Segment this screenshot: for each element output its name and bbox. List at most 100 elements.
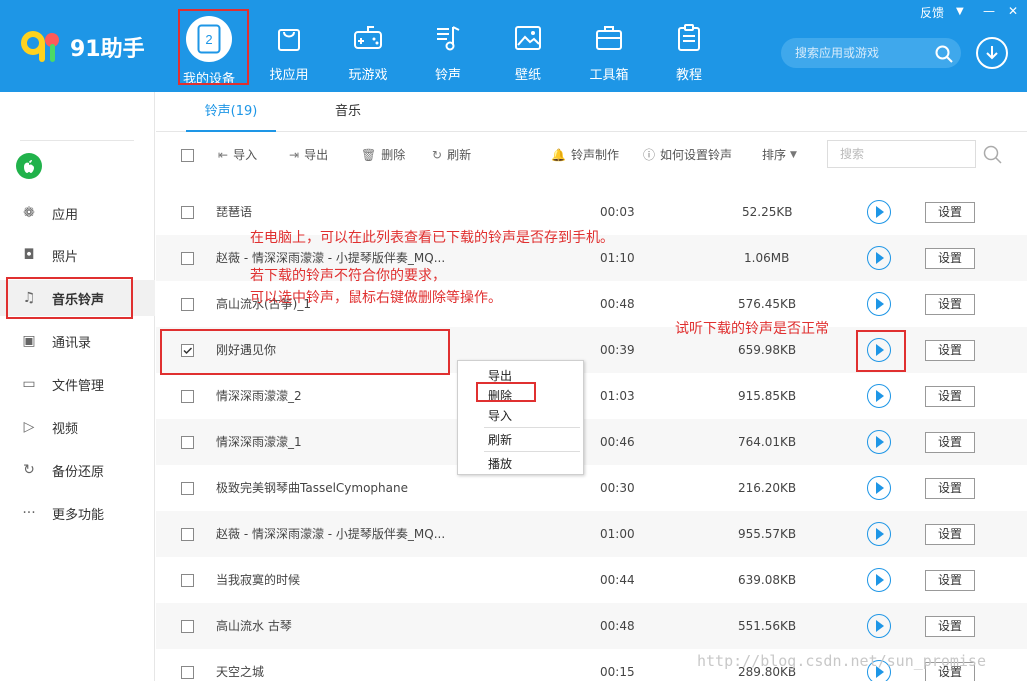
search-icon[interactable]	[983, 145, 1003, 169]
delete-button[interactable]: 🗑 删除	[361, 136, 405, 174]
row-checkbox[interactable]	[181, 436, 194, 449]
nav-ringtones[interactable]: 铃声	[410, 14, 486, 84]
play-icon[interactable]	[867, 430, 891, 454]
row-checkbox[interactable]	[181, 620, 194, 633]
sidebar-item-apps[interactable]: ❁ 应用	[0, 195, 155, 231]
row-checkbox[interactable]	[181, 528, 194, 541]
row-checkbox-checked[interactable]	[181, 344, 194, 357]
play-icon[interactable]	[867, 246, 891, 270]
ringtone-size: 955.57KB	[738, 527, 797, 541]
ringtone-duration: 00:15	[600, 665, 635, 679]
gamepad-icon	[348, 18, 388, 58]
context-menu-play[interactable]: 播放	[488, 455, 512, 472]
sidebar-item-backup[interactable]: ↻ 备份还原	[0, 452, 155, 488]
nav-find-apps[interactable]: 找应用	[251, 14, 327, 84]
table-row[interactable]: 当我寂寞的时候 00:44 639.08KB 设置	[156, 557, 1027, 603]
sidebar-item-music-ringtones[interactable]: ♫ 音乐铃声	[0, 280, 155, 316]
contacts-icon: ▣	[22, 333, 36, 349]
set-button[interactable]: 设置	[925, 248, 975, 269]
play-icon[interactable]	[867, 200, 891, 224]
select-all-checkbox[interactable]	[181, 149, 194, 162]
set-button[interactable]: 设置	[925, 478, 975, 499]
nav-wallpaper[interactable]: 壁纸	[490, 14, 566, 84]
toolbar: ⇤ 导入 ⇥ 导出 🗑 删除 ↻ 刷新 🔔 铃声制作 ⓘ 如何设置铃声 排序 ▼ 搜索	[156, 136, 1027, 174]
app-logo[interactable]: 91助手	[18, 28, 145, 66]
sidebar-item-video[interactable]: ▷ 视频	[0, 409, 155, 445]
ringtone-name: 情深深雨濛濛_2	[216, 389, 302, 403]
set-button[interactable]: 设置	[925, 432, 975, 453]
menu-dropdown-icon[interactable]: ▼	[956, 6, 964, 17]
ringtone-duration: 00:48	[600, 619, 635, 633]
ringtone-duration: 00:46	[600, 435, 635, 449]
download-manager-button[interactable]	[976, 37, 1008, 69]
picture-icon	[508, 18, 548, 58]
set-button[interactable]: 设置	[925, 524, 975, 545]
play-icon[interactable]	[867, 614, 891, 638]
make-ringtone-button[interactable]: 🔔 铃声制作	[551, 136, 619, 174]
row-checkbox[interactable]	[181, 252, 194, 265]
set-button[interactable]: 设置	[925, 202, 975, 223]
refresh-button[interactable]: ↻ 刷新	[432, 136, 471, 174]
table-row[interactable]: 高山流水 古琴 00:48 551.56KB 设置	[156, 603, 1027, 649]
row-checkbox[interactable]	[181, 482, 194, 495]
chevron-down-icon: ▼	[790, 150, 797, 160]
ringtone-search-input[interactable]: 搜索	[827, 140, 976, 168]
sidebar-item-more[interactable]: ··· 更多功能	[0, 495, 155, 531]
app-search-input[interactable]: 搜索应用或游戏	[781, 38, 961, 68]
help-icon: ⓘ	[643, 148, 656, 162]
nav-my-device[interactable]: 2 我的设备	[171, 14, 247, 87]
row-checkbox[interactable]	[181, 666, 194, 679]
import-button[interactable]: ⇤ 导入	[218, 136, 257, 174]
apple-device-icon[interactable]	[16, 153, 42, 179]
ringtone-duration: 00:48	[600, 297, 635, 311]
tab-music[interactable]: 音乐	[306, 92, 390, 132]
play-icon[interactable]	[867, 292, 891, 316]
nav-toolbox[interactable]: 工具箱	[571, 14, 647, 84]
play-icon[interactable]	[867, 522, 891, 546]
close-icon[interactable]: ✕	[1008, 4, 1018, 18]
tab-bar: 铃声(19) 音乐	[156, 92, 1027, 132]
annotation-text: 试听下载的铃声是否正常	[675, 321, 829, 337]
play-icon[interactable]	[867, 568, 891, 592]
minimize-icon[interactable]: —	[983, 4, 995, 18]
table-row[interactable]: 情深深雨濛濛_2 01:03 915.85KB 设置	[156, 373, 1027, 419]
apps-icon: ❁	[23, 205, 35, 221]
nav-label: 教程	[675, 68, 702, 83]
context-menu-export[interactable]: 导出	[488, 367, 512, 384]
table-row[interactable]: 赵薇 - 情深深雨濛濛 - 小提琴版伴奏_MQ... 01:00 955.57K…	[156, 511, 1027, 557]
set-button[interactable]: 设置	[925, 340, 975, 361]
context-menu: 导出 删除 导入 刷新 播放	[457, 360, 584, 475]
ringtone-size: 639.08KB	[738, 573, 797, 587]
nav-games[interactable]: 玩游戏	[330, 14, 406, 84]
context-menu-delete[interactable]: 删除	[488, 387, 512, 404]
row-checkbox[interactable]	[181, 206, 194, 219]
set-button[interactable]: 设置	[925, 570, 975, 591]
table-row[interactable]: 极致完美钢琴曲TasselCymophane 00:30 216.20KB 设置	[156, 465, 1027, 511]
row-checkbox[interactable]	[181, 390, 194, 403]
set-button[interactable]: 设置	[925, 386, 975, 407]
sidebar-item-contacts[interactable]: ▣ 通讯录	[0, 323, 155, 359]
search-icon[interactable]	[935, 44, 953, 63]
tab-ringtones[interactable]: 铃声(19)	[186, 92, 276, 132]
set-button[interactable]: 设置	[925, 294, 975, 315]
sort-dropdown[interactable]: 排序 ▼	[762, 136, 802, 174]
context-menu-refresh[interactable]: 刷新	[488, 431, 512, 448]
play-icon[interactable]	[867, 476, 891, 500]
nav-label: 我的设备	[182, 72, 235, 87]
table-row-selected[interactable]: 刚好遇见你 00:39 659.98KB 设置	[156, 327, 1027, 373]
set-button[interactable]: 设置	[925, 616, 975, 637]
sidebar-item-photos[interactable]: ◘ 照片	[0, 237, 155, 273]
how-to-set-ringtone-link[interactable]: ⓘ 如何设置铃声	[643, 136, 732, 174]
sidebar-item-files[interactable]: ▭ 文件管理	[0, 366, 155, 402]
play-icon[interactable]	[867, 338, 891, 362]
row-checkbox[interactable]	[181, 574, 194, 587]
export-button[interactable]: ⇥ 导出	[289, 136, 328, 174]
feedback-link[interactable]: 反馈	[920, 4, 944, 21]
context-menu-import[interactable]: 导入	[488, 407, 512, 424]
annotation-text: 若下载的铃声不符合你的要求，	[250, 268, 446, 284]
row-checkbox[interactable]	[181, 298, 194, 311]
table-row[interactable]: 情深深雨濛濛_1 00:46 764.01KB 设置	[156, 419, 1027, 465]
play-icon[interactable]	[867, 384, 891, 408]
nav-tutorial[interactable]: 教程	[651, 14, 727, 84]
app-search-placeholder: 搜索应用或游戏	[795, 46, 880, 60]
